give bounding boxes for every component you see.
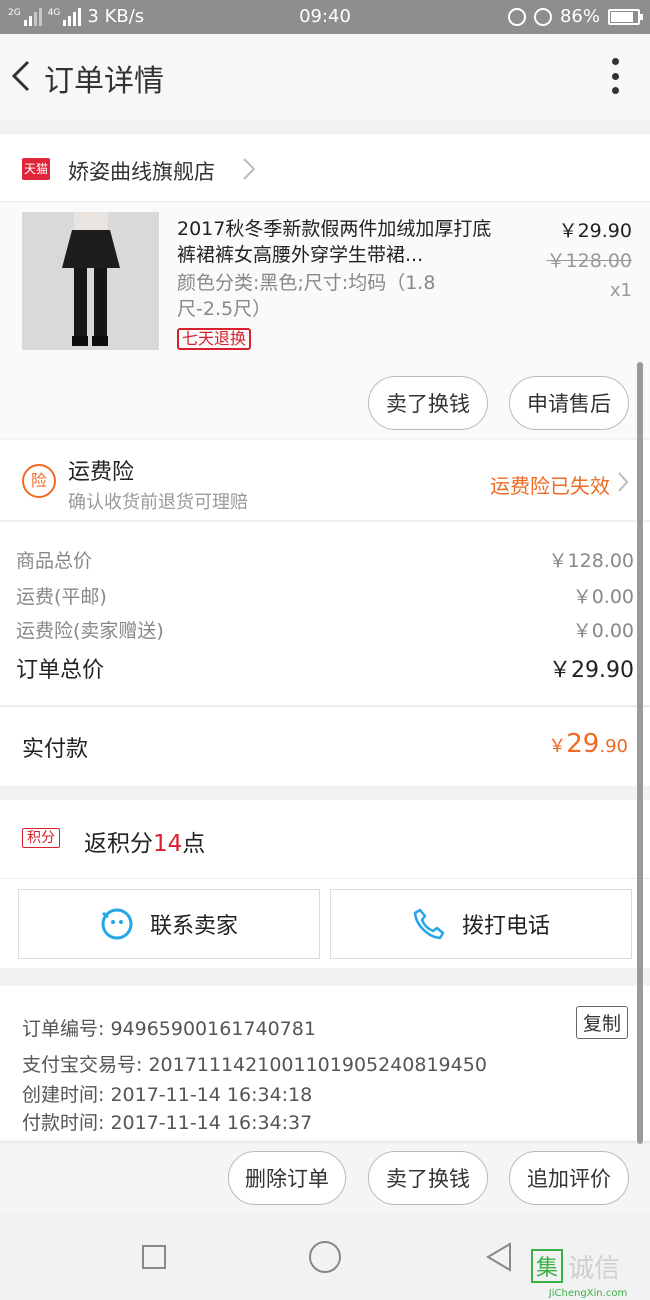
chevron-right-icon [243,158,256,180]
order-info: 订单编号: 94965900161740781 复制 支付宝交易号: 20171… [0,986,650,1140]
lock-rotation-icon [507,7,526,26]
status-right: 86% [507,6,643,27]
summary-row-goods: 商品总价 ￥128.00 [16,546,634,573]
contact-seller-label: 联系卖家 [149,914,238,939]
shipping-insurance-row[interactable]: 险 运费险 确认收货前退货可理赔 运费险已失效 [0,440,650,520]
sell-for-money-button-bottom[interactable]: 卖了换钱 [368,1151,488,1205]
alipay-trade-number: 支付宝交易号: 2017111421001101905240819450 [22,1054,487,1076]
page-title: 订单详情 [44,64,164,99]
summary-value: ￥0.00 [572,620,634,642]
tmall-badge: 天猫 [22,158,50,180]
jichengxin-logo: 集 诚信 JiChengXin.com [531,1249,627,1299]
after-sale-button[interactable]: 申请售后 [509,376,629,430]
order-total-value: ￥29.90 [549,658,634,683]
home-icon[interactable] [308,1240,342,1274]
actual-payment-label: 实付款 [22,737,89,762]
product-card: 2017秋冬季新款假两件加绒加厚打底裤裙裤女高腰外穿学生带裙... 颜色分类:黑… [0,202,650,438]
back-arrow-icon[interactable] [8,56,38,96]
insurance-title: 运费险 [68,460,135,485]
insurance-subtitle: 确认收货前退货可理赔 [68,492,248,513]
summary-value: ￥0.00 [572,586,634,608]
chevron-right-icon [618,472,629,492]
summary-row-shipping: 运费(平邮) ￥0.00 [16,582,634,609]
call-phone-label: 拨打电话 [461,914,550,939]
order-number: 订单编号: 94965900161740781 [22,1018,316,1040]
svg-text:集: 集 [536,1256,558,1281]
summary-label: 运费(平邮) [16,586,107,608]
product-photo-graphic [22,212,159,350]
contact-seller-button[interactable]: 联系卖家 [18,889,320,959]
alarm-icon [533,7,552,26]
payment-time: 付款时间: 2017-11-14 16:34:37 [22,1112,313,1134]
summary-value: ￥128.00 [548,550,634,572]
original-price: ￥128.00 [546,250,632,272]
chat-bubble-icon [101,908,133,940]
svg-text:诚信: 诚信 [568,1254,620,1284]
product-spec: 颜色分类:黑色;尺寸:均码（1.8尺-2.5尺） [177,272,436,320]
points-row: 积分 返积分14点 [0,800,650,878]
back-triangle-icon[interactable] [484,1241,516,1273]
copy-button[interactable]: 复制 [575,1006,628,1039]
points-prefix: 返积分 [84,831,153,857]
summary-row-insurance: 运费险(卖家赠送) ￥0.00 [16,616,634,643]
summary-row-total: 订单总价 ￥29.90 [16,652,634,684]
created-time: 创建时间: 2017-11-14 16:34:18 [22,1084,313,1106]
shop-row[interactable]: 天猫 娇姿曲线旗舰店 [0,134,650,202]
currency-symbol: ￥ [548,736,567,757]
battery-percent: 86% [559,6,600,27]
price-summary: 商品总价 ￥128.00 运费(平邮) ￥0.00 运费险(卖家赠送) ￥0.0… [0,521,650,705]
summary-label: 商品总价 [16,550,93,572]
product-image[interactable] [22,212,159,350]
watermark-logo: 集 诚信 JiChengXin.com [528,1248,646,1300]
call-phone-button[interactable]: 拨打电话 [330,889,632,959]
shop-name: 娇姿曲线旗舰店 [68,160,215,184]
payment-decimal: .90 [599,736,628,757]
points-tag: 积分 [22,828,60,848]
battery-icon [608,8,643,25]
actual-payment-row: 实付款 ￥29.90 [0,706,650,786]
append-review-button[interactable]: 追加评价 [509,1151,629,1205]
scrollbar[interactable] [637,362,643,1144]
contact-row: 联系卖家 拨打电话 [0,878,650,968]
payment-integer: 29 [566,729,600,759]
summary-label: 运费险(卖家赠送) [16,620,164,642]
bottom-action-bar: 删除订单 卖了换钱 追加评价 [0,1142,650,1214]
actual-payment-value: ￥29.90 [548,729,628,759]
product-quantity: x1 [609,280,632,301]
points-suffix: 点 [182,831,206,857]
insurance-status: 运费险已失效 [490,474,610,498]
return-policy-badge: 七天退换 [177,328,252,350]
app-header: 订单详情 [0,34,650,120]
status-bar: 2G 4G 3 KB/s 09:40 86% [0,0,650,34]
svg-text:JiChengXin.com: JiChengXin.com [548,1288,627,1299]
delete-order-button[interactable]: 删除订单 [228,1151,346,1205]
points-text: 返积分14点 [84,824,205,858]
sell-for-money-button[interactable]: 卖了换钱 [368,376,488,430]
insurance-icon: 险 [22,464,56,498]
product-price: ￥29.90 [558,220,632,242]
order-total-label: 订单总价 [16,658,105,683]
more-menu-icon[interactable] [610,58,620,94]
points-count: 14 [153,831,183,857]
battery-fill [611,11,634,22]
product-title[interactable]: 2017秋冬季新款假两件加绒加厚打底裤裙裤女高腰外穿学生带裙... [177,216,507,268]
phone-icon [413,908,445,940]
recent-apps-icon[interactable] [141,1244,167,1270]
